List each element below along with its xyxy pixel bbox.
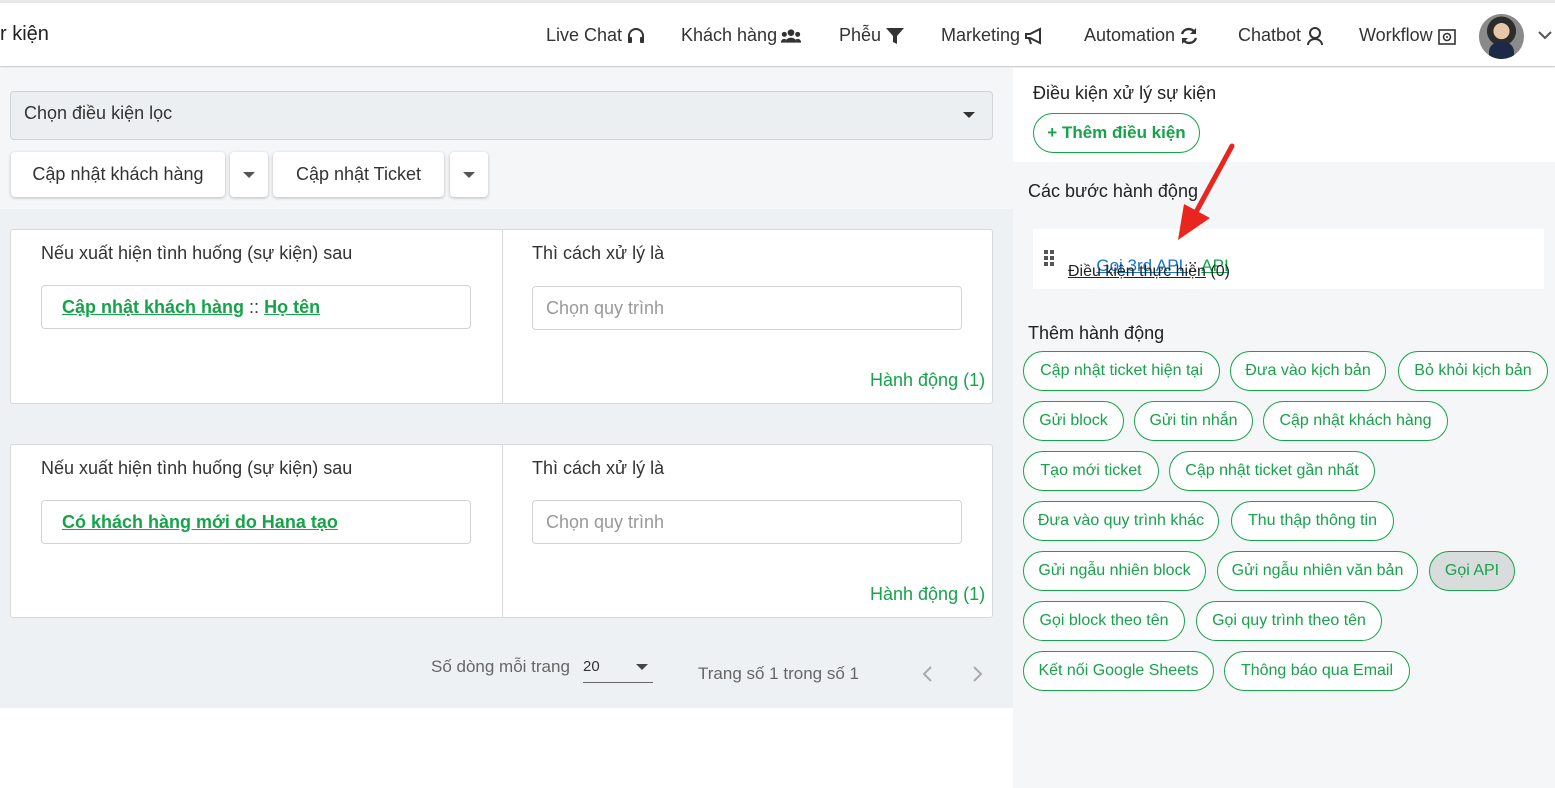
- next-page-icon[interactable]: [969, 664, 985, 684]
- action-pill[interactable]: Cập nhật ticket gần nhất: [1169, 451, 1375, 491]
- action-config-panel: Điều kiện xử lý sự kiện + Thêm điều kiện…: [1013, 68, 1555, 788]
- action-pill-selected[interactable]: Gọi API: [1429, 551, 1515, 591]
- nav-workflow[interactable]: Workflow: [1359, 25, 1457, 46]
- button-label: Cập nhật Ticket: [295, 164, 422, 184]
- event-separator: ::: [249, 297, 260, 317]
- event-sub-link[interactable]: Họ tên: [264, 297, 320, 317]
- update-customer-dropdown-button[interactable]: [230, 152, 268, 197]
- nav-label: Chatbot: [1238, 25, 1302, 45]
- card-divider: [502, 445, 503, 617]
- chevron-down-icon[interactable]: [1538, 28, 1552, 42]
- action-pill[interactable]: Gọi quy trình theo tên: [1196, 601, 1382, 641]
- action-pill[interactable]: Gửi block: [1023, 401, 1124, 441]
- update-ticket-button[interactable]: Cập nhật Ticket: [273, 152, 444, 197]
- dropdown-arrow-icon: [636, 664, 648, 670]
- dropdown-arrow-icon: [963, 112, 975, 118]
- sync-icon: [1180, 27, 1198, 44]
- rows-per-page-select[interactable]: 20: [583, 652, 653, 683]
- nav-label: Live Chat: [546, 25, 623, 45]
- process-select[interactable]: Chọn quy trình: [532, 286, 962, 330]
- condition-title: Điều kiện xử lý sự kiện: [1033, 83, 1217, 103]
- rows-per-page-label: Số dòng mỗi trang: [431, 657, 570, 676]
- step-condition-count: (0): [1210, 263, 1230, 280]
- event-link[interactable]: Có khách hàng mới do Hana tạo: [62, 512, 338, 532]
- update-ticket-dropdown-button[interactable]: [450, 152, 488, 197]
- button-label: Cập nhật khách hàng: [32, 164, 204, 184]
- nav-label: Phễu: [839, 25, 882, 45]
- event-link[interactable]: Cập nhật khách hàng: [62, 297, 244, 317]
- nav-label: Workflow: [1359, 25, 1433, 45]
- nav-khach-hang[interactable]: Khách hàng: [681, 25, 802, 46]
- users-icon: [781, 28, 802, 43]
- page-info: Trang số 1 trong số 1: [698, 664, 859, 683]
- action-pill[interactable]: Đưa vào kịch bản: [1230, 351, 1386, 391]
- then-label: Thì cách xử lý là: [532, 458, 665, 478]
- process-select[interactable]: Chọn quy trình: [532, 500, 962, 544]
- process-placeholder: Chọn quy trình: [546, 298, 665, 318]
- filter-condition-select[interactable]: Chọn điều kiện lọc: [10, 91, 993, 140]
- action-pill[interactable]: Bỏ khỏi kịch bản: [1398, 351, 1548, 391]
- previous-page-icon[interactable]: [920, 664, 936, 684]
- steps-title: Các bước hành động: [1028, 181, 1198, 201]
- filter-placeholder: Chọn điều kiện lọc: [24, 103, 173, 123]
- nav-automation[interactable]: Automation: [1084, 25, 1199, 46]
- card-divider: [502, 230, 503, 403]
- avatar[interactable]: [1479, 14, 1524, 59]
- action-pill[interactable]: Thông báo qua Email: [1224, 651, 1410, 691]
- if-label: Nếu xuất hiện tình huống (sự kiện) sau: [41, 243, 353, 263]
- filter-bar: Chọn điều kiện lọc Cập nhật khách hàng C…: [0, 68, 1013, 209]
- nav-live-chat[interactable]: Live Chat: [546, 25, 646, 46]
- megaphone-icon: [1025, 26, 1042, 45]
- if-label: Nếu xuất hiện tình huống (sự kiện) sau: [41, 458, 353, 478]
- step-condition: Điều kiện thực hiện (0): [1068, 263, 1230, 281]
- condition-section: Điều kiện xử lý sự kiện + Thêm điều kiện: [1013, 68, 1555, 162]
- nav-pheu[interactable]: Phễu: [839, 25, 905, 46]
- rule-card: Nếu xuất hiện tình huống (sự kiện) sau C…: [10, 229, 993, 404]
- action-pill[interactable]: Gửi ngẫu nhiên văn bản: [1217, 551, 1418, 591]
- process-placeholder: Chọn quy trình: [546, 512, 665, 532]
- action-pill[interactable]: Đưa vào quy trình khác: [1023, 501, 1219, 541]
- workflow-icon: [1437, 28, 1456, 45]
- page-title: r kiện: [0, 23, 49, 45]
- headset-icon: [628, 27, 645, 43]
- nav-chatbot[interactable]: Chatbot: [1238, 25, 1325, 46]
- dropdown-arrow-icon: [463, 171, 475, 178]
- action-step-card[interactable]: Gọi 3rd API :: API Điều kiện thực hiện (…: [1033, 229, 1544, 289]
- rows-per-page-value: 20: [583, 658, 600, 675]
- action-pill[interactable]: Gửi ngẫu nhiên block: [1023, 551, 1206, 591]
- nav-label: Marketing: [941, 25, 1021, 45]
- actions-link[interactable]: Hành động (1): [870, 584, 985, 605]
- nav-label: Khách hàng: [681, 25, 778, 45]
- update-customer-button[interactable]: Cập nhật khách hàng: [11, 152, 225, 197]
- nav-label: Automation: [1084, 25, 1176, 45]
- action-pill[interactable]: Thu thập thông tin: [1231, 501, 1394, 541]
- action-pill[interactable]: Tạo mới ticket: [1023, 451, 1159, 491]
- nav-marketing[interactable]: Marketing: [941, 25, 1044, 46]
- rule-card: Nếu xuất hiện tình huống (sự kiện) sau C…: [10, 444, 993, 618]
- then-label: Thì cách xử lý là: [532, 243, 665, 263]
- action-pill[interactable]: Gọi block theo tên: [1023, 601, 1185, 641]
- event-field[interactable]: Có khách hàng mới do Hana tạo: [41, 500, 471, 544]
- add-action-title: Thêm hành động: [1028, 323, 1165, 343]
- funnel-icon: [886, 27, 905, 44]
- step-condition-link[interactable]: Điều kiện thực hiện: [1068, 263, 1206, 280]
- top-navigation-bar: r kiện Live Chat Khách hàng Phễu Marketi…: [0, 0, 1555, 67]
- add-condition-button[interactable]: + Thêm điều kiện: [1033, 113, 1200, 153]
- action-pill[interactable]: Cập nhật ticket hiện tại: [1023, 351, 1220, 391]
- dropdown-arrow-icon: [243, 171, 255, 178]
- actions-link[interactable]: Hành động (1): [870, 370, 985, 391]
- robot-icon: [1307, 26, 1324, 45]
- action-pill[interactable]: Cập nhật khách hàng: [1263, 401, 1448, 441]
- action-pill[interactable]: Gửi tin nhắn: [1134, 401, 1253, 441]
- drag-handle-icon[interactable]: [1043, 249, 1055, 267]
- action-pill[interactable]: Kết nối Google Sheets: [1023, 651, 1214, 691]
- event-field[interactable]: Cập nhật khách hàng :: Họ tên: [41, 285, 471, 329]
- rules-pane: Chọn điều kiện lọc Cập nhật khách hàng C…: [0, 68, 1013, 708]
